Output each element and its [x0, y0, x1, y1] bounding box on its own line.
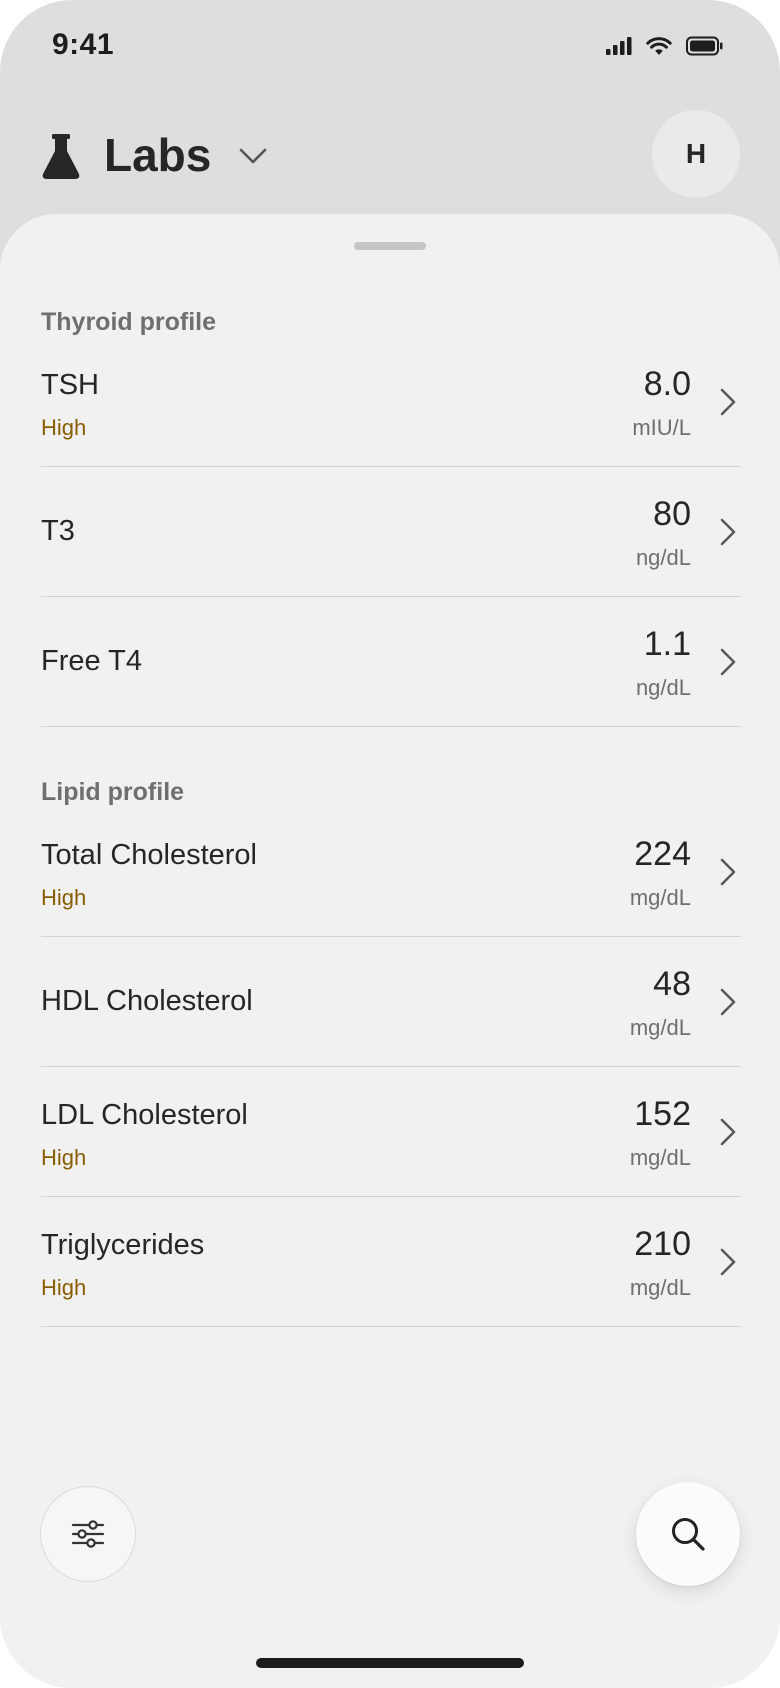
battery-icon [686, 36, 723, 56]
lab-row-tsh[interactable]: TSH High 8.0 mIU/L [41, 337, 741, 467]
lab-flag: High [41, 885, 87, 910]
sliders-icon [71, 1520, 105, 1548]
lab-unit: ng/dL [635, 675, 691, 700]
lab-value: 80 [653, 495, 691, 533]
lab-unit: ng/dL [635, 545, 691, 570]
chevron-right-icon [720, 518, 736, 546]
lab-row-hdl-cholesterol[interactable]: HDL Cholesterol 48 mg/dL [41, 937, 741, 1067]
status-time: 9:41 [52, 28, 115, 61]
sheet-grabber[interactable] [354, 242, 426, 250]
lab-unit: mg/dL [629, 885, 691, 910]
lab-name: TSH [41, 369, 99, 401]
page-title[interactable]: Labs [104, 128, 211, 182]
lab-row-total-cholesterol[interactable]: Total Cholesterol High 224 mg/dL [41, 807, 741, 937]
lab-name: Triglycerides [41, 1229, 205, 1261]
lab-value: 48 [653, 965, 691, 1003]
home-indicator[interactable] [256, 1658, 524, 1668]
lab-value: 224 [634, 835, 691, 873]
lab-row-free-t4[interactable]: Free T4 1.1 ng/dL [41, 597, 741, 727]
chevron-down-icon[interactable] [238, 144, 268, 168]
lab-value: 1.1 [643, 625, 691, 663]
chevron-right-icon [720, 1118, 736, 1146]
chevron-right-icon [720, 388, 736, 416]
avatar[interactable]: H [652, 110, 740, 198]
lab-flag: High [41, 1275, 87, 1300]
chevron-right-icon [720, 1248, 736, 1276]
lab-name: Total Cholesterol [41, 839, 257, 871]
chevron-right-icon [720, 648, 736, 676]
lab-unit: mIU/L [632, 415, 691, 440]
lab-name: Free T4 [41, 645, 143, 677]
lab-unit: mg/dL [629, 1275, 691, 1300]
lab-name: T3 [41, 515, 75, 547]
lab-flag: High [41, 1145, 87, 1170]
chevron-right-icon [720, 988, 736, 1016]
filter-button[interactable] [40, 1486, 136, 1582]
wifi-icon [646, 37, 672, 55]
lab-row-t3[interactable]: T3 80 ng/dL [41, 467, 741, 597]
lab-value: 8.0 [643, 365, 691, 403]
lab-flag: High [41, 415, 87, 440]
lab-unit: mg/dL [629, 1145, 691, 1170]
cellular-signal-icon [606, 37, 632, 55]
lab-row-ldl-cholesterol[interactable]: LDL Cholesterol High 152 mg/dL [41, 1067, 741, 1197]
header: Labs H [0, 110, 780, 210]
lab-value: 152 [634, 1095, 691, 1133]
search-icon [672, 1518, 705, 1551]
phone-screen: 9:41 Labs H Thyroid profile TSH High 8.0… [0, 0, 780, 1688]
lab-row-triglycerides[interactable]: Triglycerides High 210 mg/dL [41, 1197, 741, 1327]
labs-sheet: Thyroid profile TSH High 8.0 mIU/L T3 80… [0, 214, 780, 1688]
lab-unit: mg/dL [629, 1015, 691, 1040]
lab-name: HDL Cholesterol [41, 985, 253, 1017]
status-bar: 9:41 [0, 0, 780, 100]
chevron-right-icon [720, 858, 736, 886]
section-title-lipid: Lipid profile [41, 778, 185, 806]
search-button[interactable] [636, 1482, 740, 1586]
status-icons [606, 36, 724, 56]
lab-name: LDL Cholesterol [41, 1099, 248, 1131]
lab-value: 210 [634, 1225, 691, 1263]
section-title-thyroid: Thyroid profile [41, 308, 216, 336]
flask-icon [42, 134, 80, 179]
